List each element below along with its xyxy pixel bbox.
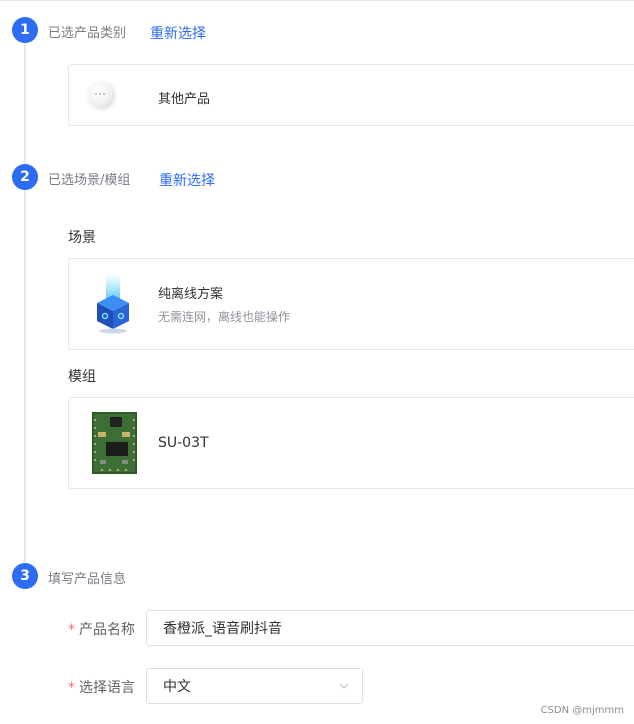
language-select[interactable]: 中文 xyxy=(146,668,363,704)
module-card[interactable]: SU-03T xyxy=(68,397,634,489)
step-3-badge: 3 xyxy=(12,563,38,589)
scene-card-subtitle: 无需连网，离线也能操作 xyxy=(158,310,291,324)
scene-label: 场景 xyxy=(68,230,96,246)
scene-card[interactable]: 纯离线方案 无需连网，离线也能操作 xyxy=(68,258,634,350)
reselect-scene-link[interactable]: 重新选择 xyxy=(159,170,215,190)
language-value: 中文 xyxy=(163,679,191,695)
product-name-value: 香橙派_语音刷抖音 xyxy=(163,621,282,637)
scene-card-title: 纯离线方案 xyxy=(158,287,224,302)
step-3-title: 填写产品信息 xyxy=(48,572,127,587)
chevron-down-icon xyxy=(339,683,349,689)
category-card[interactable]: 其他产品 xyxy=(68,64,634,126)
step-2-title: 已选场景/模组 xyxy=(48,173,131,188)
module-card-title: SU-03T xyxy=(158,435,209,451)
language-label: * 选择语言 xyxy=(68,677,135,697)
required-mark: * xyxy=(68,680,75,696)
top-divider xyxy=(0,0,634,1)
other-product-icon xyxy=(87,81,113,107)
pcb-module-icon xyxy=(92,412,137,474)
watermark: CSDN @mjmmm xyxy=(540,705,624,716)
reselect-category-link[interactable]: 重新选择 xyxy=(150,23,206,43)
step-1-title: 已选产品类别 xyxy=(48,26,127,41)
language-label-text: 选择语言 xyxy=(79,680,135,696)
product-name-label: * 产品名称 xyxy=(68,619,135,639)
product-name-label-text: 产品名称 xyxy=(79,622,135,638)
product-name-input[interactable]: 香橙派_语音刷抖音 xyxy=(146,610,634,646)
step-2-badge: 2 xyxy=(12,164,38,190)
step-1-badge: 1 xyxy=(12,17,38,43)
module-label: 模组 xyxy=(68,369,96,385)
required-mark: * xyxy=(68,622,75,638)
offline-cube-icon xyxy=(93,273,133,335)
steps-timeline xyxy=(24,42,26,562)
category-card-title: 其他产品 xyxy=(158,92,211,107)
